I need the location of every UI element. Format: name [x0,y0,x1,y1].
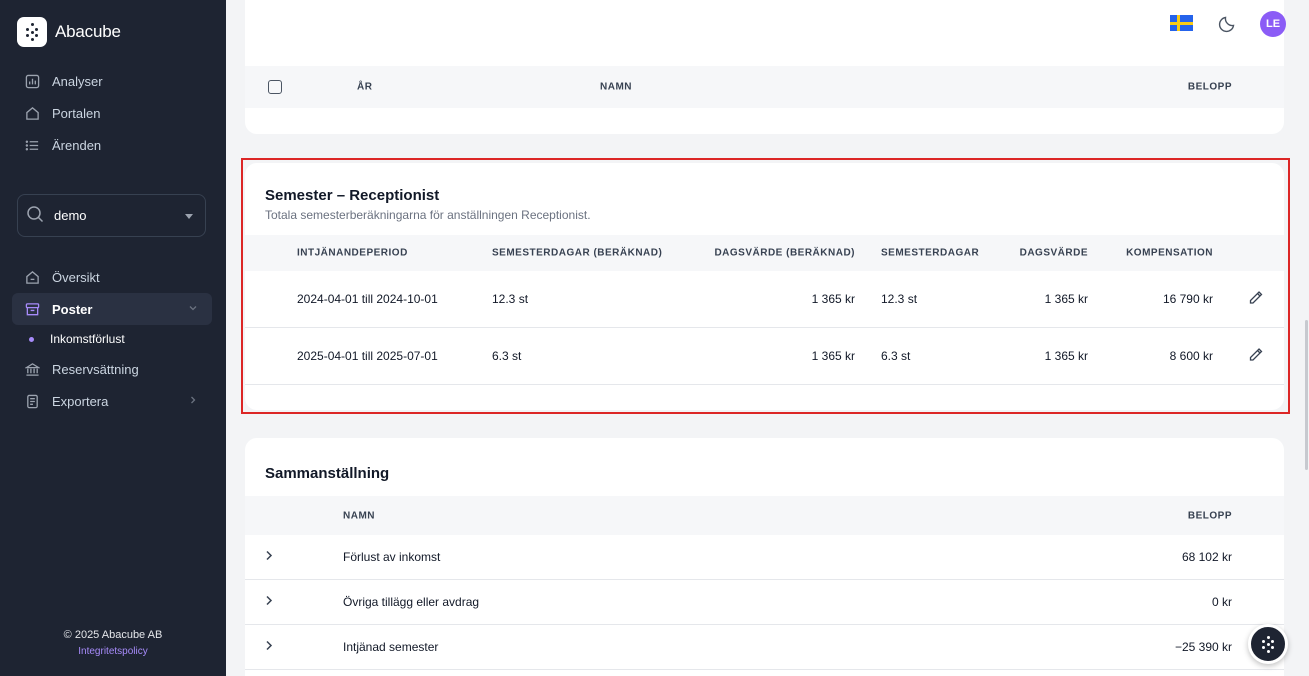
sidebar-item-label: Ärenden [52,137,102,153]
home-icon [24,105,40,121]
column-header-amount: BELOPP [1187,510,1232,521]
column-header-day-value: DAGSVÄRDE [1019,247,1088,259]
brand[interactable]: Abacube [17,17,121,47]
sidebar-item-reservsattning[interactable]: Reservsättning [12,353,212,385]
copyright-text: © 2025 Abacube AB [63,629,163,641]
sidebar-item-oversikt[interactable]: Översikt [12,261,212,293]
sidebar-item-label: Reservsättning [52,361,139,377]
column-header-days: SEMESTERDAGAR [881,247,980,259]
sidebar-item-exportera[interactable]: Exportera [12,385,212,417]
chevron-down-icon [188,303,198,316]
sidebar-item-analyser[interactable]: Analyser [12,65,212,97]
sidebar-item-label: Poster [52,301,93,317]
cell-name: Intjänad semester [343,640,439,654]
cell-day-value-calc: 1 365 kr [811,349,855,363]
cell-compensation: 16 790 kr [1162,292,1213,306]
cell-day-value: 1 365 kr [1044,349,1088,363]
cell-name: Förlust av inkomst [343,550,441,564]
chart-icon [24,73,40,89]
help-chat-button[interactable] [1248,624,1288,664]
privacy-policy-link[interactable]: Integritetspolicy [0,646,226,657]
sidebar: Abacube Analyser Portalen Ärenden demo Ö… [0,0,226,676]
chevron-right-icon[interactable] [263,550,275,565]
sidebar-item-label: Inkomstförlust [50,332,125,346]
sidebar-item-label: Portalen [52,105,101,121]
home-icon [24,269,40,285]
cell-day-value: 1 365 kr [1044,292,1088,306]
chevron-right-icon[interactable] [263,595,275,610]
scrollbar[interactable] [1305,320,1308,470]
sidebar-main-nav: Översikt Poster Inkomstförlust Reservsät… [12,261,212,417]
chevron-down-icon [185,214,193,219]
column-header-amount: BELOPP [1187,81,1232,93]
bank-icon [24,361,40,377]
card-title: Sammanställning [265,465,390,482]
column-header-day-value-calc: DAGSVÄRDE (BERÄKNAD) [714,247,855,259]
column-header-name: NAMN [343,510,375,521]
table-header: ÅR NAMN BELOPP [245,66,1284,108]
cell-name: Övriga tillägg eller avdrag [343,595,480,609]
summary-card: Sammanställning NAMN BELOPP Förlust av i… [245,438,1284,676]
table-header: INTJÄNANDEPERIOD SEMESTERDAGAR (BERÄKNAD… [245,235,1284,271]
cell-amount: −25 390 kr [1174,640,1232,654]
main-content: ÅR NAMN BELOPP Semester – Receptionist T… [226,0,1309,676]
chevron-right-icon[interactable] [263,640,275,655]
user-avatar[interactable]: LE [1260,11,1286,37]
organization-select[interactable]: demo [17,194,206,237]
cell-days-calc: 6.3 st [492,349,522,363]
sidebar-item-portalen[interactable]: Portalen [12,97,212,129]
table-row[interactable]: Intjänad semester −25 390 kr [245,625,1284,670]
column-header-period: INTJÄNANDEPERIOD [297,247,408,259]
edit-pencil-icon[interactable] [1248,290,1264,309]
additions-deductions-card: ÅR NAMN BELOPP [245,0,1284,134]
sidebar-subitem-inkomstforlust[interactable]: Inkomstförlust [12,325,212,353]
cell-days-calc: 12.3 st [492,292,529,306]
abacube-logo-icon [17,17,47,47]
sidebar-item-label: Översikt [52,269,100,285]
card-subtitle: Totala semesterberäkningarna för anställ… [265,208,591,222]
cell-days: 6.3 st [881,349,911,363]
table-row[interactable]: Övriga tillägg eller avdrag 0 kr [245,580,1284,625]
archive-icon [24,301,40,317]
moon-icon[interactable] [1218,13,1238,38]
table-row: 2024-04-01 till 2024-10-01 12.3 st 1 365… [245,271,1284,328]
list-icon [24,137,40,153]
sidebar-item-label: Exportera [52,393,109,409]
column-header-compensation: KOMPENSATION [1126,247,1213,259]
column-header-days-calc: SEMESTERDAGAR (BERÄKNAD) [492,247,663,259]
semester-card: Semester – Receptionist Totala semesterb… [245,163,1284,410]
sidebar-top-nav: Analyser Portalen Ärenden [12,65,212,161]
swedish-flag-icon[interactable] [1170,15,1193,31]
select-all-checkbox[interactable] [268,80,282,94]
brand-name: Abacube [55,22,121,41]
card-title: Semester – Receptionist [265,187,440,204]
sidebar-item-label: Analyser [52,73,103,89]
cell-days: 12.3 st [881,292,918,306]
chevron-right-icon [188,395,198,408]
sidebar-item-arenden[interactable]: Ärenden [12,129,212,161]
cell-day-value-calc: 1 365 kr [811,292,855,306]
document-icon [24,393,40,409]
sidebar-item-poster[interactable]: Poster [12,293,212,325]
search-icon [26,205,44,226]
sidebar-footer: © 2025 Abacube AB Integritetspolicy [0,629,226,657]
active-dot-icon [29,336,34,342]
table-header: NAMN BELOPP [245,496,1284,535]
table-row: 2025-04-01 till 2025-07-01 6.3 st 1 365 … [245,328,1284,385]
cell-amount: 68 102 kr [1181,550,1232,564]
organization-select-value: demo [54,208,87,223]
cell-period: 2025-04-01 till 2025-07-01 [297,349,438,363]
edit-pencil-icon[interactable] [1248,347,1264,366]
column-header-year: ÅR [357,81,373,93]
cell-amount: 0 kr [1211,595,1232,609]
column-header-name: NAMN [600,81,632,93]
cell-compensation: 8 600 kr [1169,349,1213,363]
table-row[interactable]: Förlust av inkomst 68 102 kr [245,535,1284,580]
cell-period: 2024-04-01 till 2024-10-01 [297,292,438,306]
